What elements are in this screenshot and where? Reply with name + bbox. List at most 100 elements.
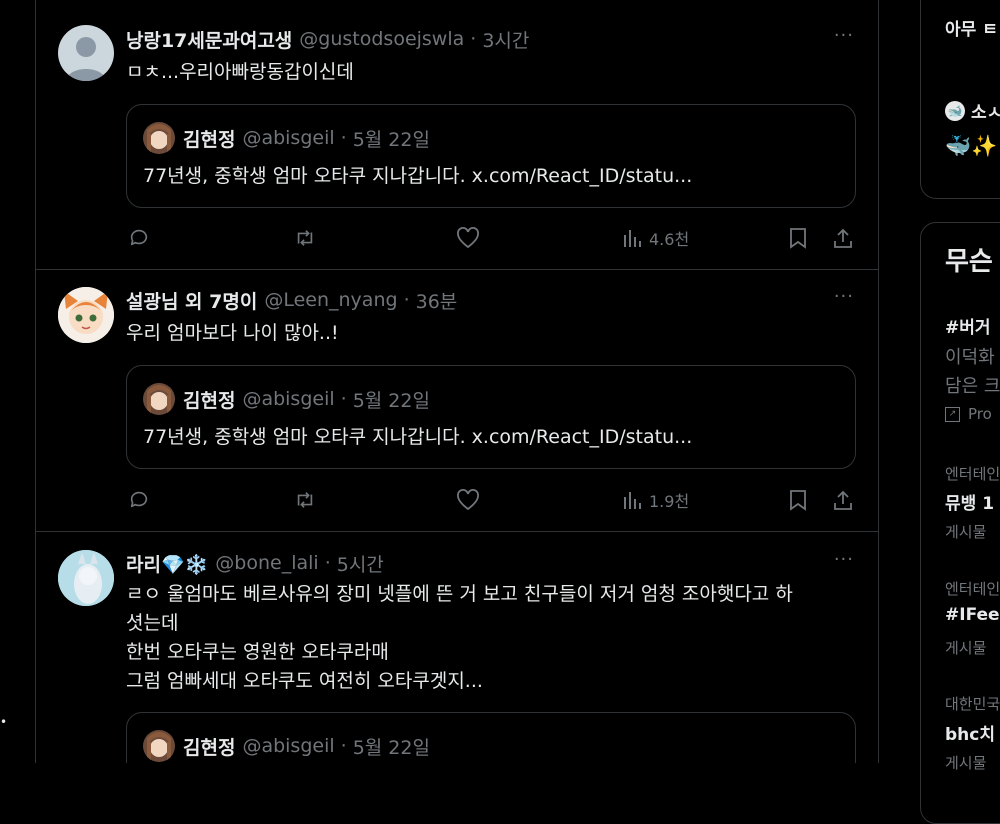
separator-dot: · <box>403 289 410 311</box>
avatar[interactable] <box>58 25 114 81</box>
author-handle[interactable]: @gustodsoejswla <box>299 28 464 50</box>
tweet-header: 설광님 외 7명이 @Leen_nyang · 36분 <box>126 286 457 314</box>
separator-dot: · <box>340 388 347 410</box>
trend-post-count: 게시물 <box>945 523 987 541</box>
author-name[interactable]: 설광님 외 7명이 <box>126 287 257 314</box>
timestamp[interactable]: 36분 <box>416 287 458 314</box>
trends-panel: 무슨 #버거 이덕화 담은 크 ↗ Pro 엔터테인 뮤뱅 1 게시물 엔터테인… <box>920 222 1000 824</box>
views-button[interactable]: 1.9천 <box>622 485 689 515</box>
bookmark-icon <box>790 490 806 511</box>
separator-dot: · <box>340 127 347 149</box>
separator-dot: · <box>340 735 347 757</box>
trend-title: #IFee <box>945 605 1000 625</box>
timeline-feed: 낭랑17세문과여고생 @gustodsoejswla · 3시간 ··· ㅁㅊ.… <box>35 0 879 763</box>
reply-button[interactable] <box>128 485 150 515</box>
bookmark-button[interactable] <box>788 485 808 515</box>
reply-button[interactable] <box>128 223 150 253</box>
profile-picture-icon <box>58 550 114 606</box>
share-button[interactable] <box>832 223 854 253</box>
quoted-tweet[interactable]: 김현정 @abisgeil · 5월 22일 <box>126 712 856 763</box>
promoted-text: Pro <box>968 405 992 423</box>
views-button[interactable]: 4.6천 <box>622 223 689 253</box>
quoted-tweet[interactable]: 김현정 @abisgeil · 5월 22일 77년생, 중학생 엄마 오타쿠 … <box>126 104 856 208</box>
author-name[interactable]: 라리💎❄️ <box>126 550 208 577</box>
promoted-label: ↗ Pro <box>945 405 992 423</box>
quote-text: 77년생, 중학생 엄마 오타쿠 지나갑니다. x.com/React_ID/s… <box>143 165 693 187</box>
quote-author-handle: @abisgeil <box>242 735 335 757</box>
quote-author-name: 김현정 <box>183 389 236 412</box>
timestamp[interactable]: 5시간 <box>337 550 384 577</box>
quote-avatar <box>143 383 175 415</box>
space-title: 소ㅅ <box>971 103 1000 123</box>
tweet-text: ㄹㅇ 울엄마도 베르사유의 장미 넷플에 뜬 거 보고 친구들이 저거 엄청 조… <box>126 583 793 692</box>
quote-avatar <box>143 730 175 762</box>
heart-icon <box>457 227 479 249</box>
tweet[interactable]: 라리💎❄️ @bone_lali · 5시간 ··· ㄹㅇ 울엄마도 베르사유의… <box>36 532 878 763</box>
trend-post-count: 게시물 <box>945 639 987 657</box>
more-options-button[interactable]: ··· <box>834 25 854 53</box>
quote-header: 김현정 @abisgeil · 5월 22일 <box>183 730 430 762</box>
default-avatar-icon <box>66 37 106 81</box>
more-options-button[interactable]: ··· <box>834 286 854 314</box>
share-icon <box>834 228 852 248</box>
heart-icon <box>457 489 479 511</box>
share-button[interactable] <box>832 485 854 515</box>
repost-icon <box>297 230 313 246</box>
quote-header: 김현정 @abisgeil · 5월 22일 <box>183 122 430 154</box>
bookmark-icon <box>790 228 806 249</box>
tweet-header: 라리💎❄️ @bone_lali · 5시간 <box>126 549 384 577</box>
quote-author-handle: @abisgeil <box>242 388 335 410</box>
reply-icon <box>130 229 148 246</box>
author-handle[interactable]: @Leen_nyang <box>264 289 397 311</box>
repost-button[interactable] <box>292 223 318 253</box>
trend-category: 대한민국 <box>945 695 1000 713</box>
tweet[interactable]: 설광님 외 7명이 @Leen_nyang · 36분 ··· 우리 엄마보다 … <box>36 269 878 532</box>
promoted-icon: ↗ <box>945 406 960 422</box>
views-count: 1.9천 <box>649 492 690 511</box>
repost-icon <box>297 492 313 508</box>
trend-description: 이덕화 <box>945 347 995 368</box>
tweet[interactable]: 낭랑17세문과여고생 @gustodsoejswla · 3시간 ··· ㅁㅊ.… <box>36 0 878 270</box>
quoted-tweet[interactable]: 김현정 @abisgeil · 5월 22일 77년생, 중학생 엄마 오타쿠 … <box>126 365 856 469</box>
card-heading: 아무 ㅌ <box>945 20 998 40</box>
tweet-text: 우리 엄마보다 나이 많아..! <box>126 322 339 344</box>
avatar[interactable] <box>58 550 114 606</box>
like-button[interactable] <box>456 485 480 515</box>
trend-category: 엔터테인 <box>945 580 1000 598</box>
reply-icon <box>130 491 148 508</box>
quote-author-handle: @abisgeil <box>242 127 335 149</box>
tweet-actions: 1.9천 <box>126 485 856 515</box>
quote-author-name: 김현정 <box>183 128 236 151</box>
tweet-actions: 4.6천 <box>126 223 856 253</box>
analytics-icon <box>624 492 641 509</box>
more-options-button[interactable]: ··· <box>834 549 854 577</box>
quote-header: 김현정 @abisgeil · 5월 22일 <box>183 383 430 415</box>
trend-category: 엔터테인 <box>945 465 1000 483</box>
repost-button[interactable] <box>292 485 318 515</box>
like-button[interactable] <box>456 223 480 253</box>
bookmark-button[interactable] <box>788 223 808 253</box>
separator-dot: · <box>470 28 477 50</box>
avatar[interactable] <box>58 287 114 343</box>
tweet-text: ㅁㅊ...우리아빠랑동갑이신데 <box>126 61 354 83</box>
quote-avatar <box>143 122 175 154</box>
author-handle[interactable]: @bone_lali <box>215 552 318 574</box>
views-count: 4.6천 <box>649 230 690 249</box>
trends-title: 무슨 <box>945 247 993 277</box>
quote-author-name: 김현정 <box>183 736 236 759</box>
trend-tag: #버거 <box>945 318 991 338</box>
quote-timestamp: 5월 22일 <box>352 736 430 759</box>
share-icon <box>834 490 852 510</box>
timestamp[interactable]: 3시간 <box>482 26 529 53</box>
tweet-header: 낭랑17세문과여고생 @gustodsoejswla · 3시간 <box>126 25 529 53</box>
trend-title: bhc치 <box>945 725 995 745</box>
emoji-row: 🐳✨ <box>945 134 998 158</box>
separator-dot: · <box>324 552 331 574</box>
quote-text: 77년생, 중학생 엄마 오타쿠 지나갑니다. x.com/React_ID/s… <box>143 426 693 448</box>
space-host: 🐋 소ㅅ <box>945 98 1000 123</box>
space-card[interactable]: 아무 ㅌ 🐋 소ㅅ 🐳✨ <box>920 0 1000 199</box>
author-name[interactable]: 낭랑17세문과여고생 <box>126 26 292 53</box>
profile-picture-icon <box>58 287 114 343</box>
left-dot: • <box>0 715 8 729</box>
analytics-icon <box>624 230 641 247</box>
